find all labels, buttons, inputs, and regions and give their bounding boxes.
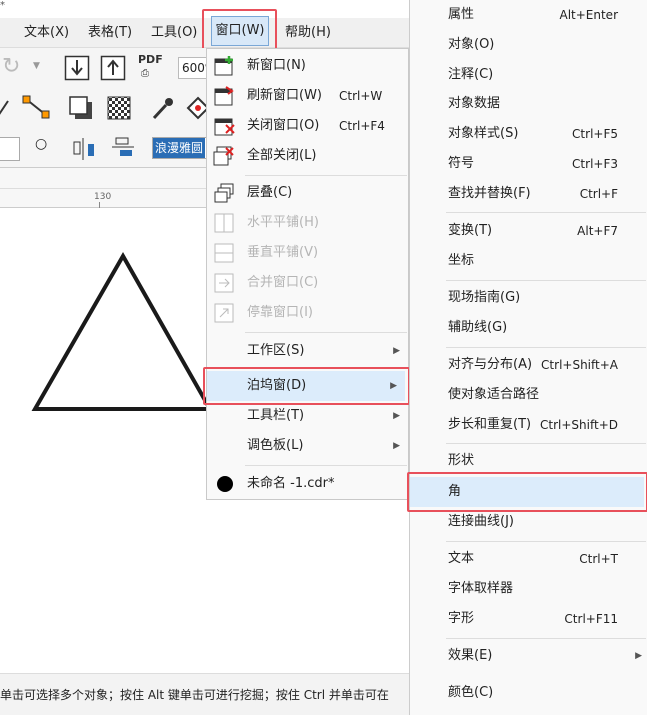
submenu-arrow-icon: ▶ xyxy=(390,381,397,391)
app-window: * 文本(X) 表格(T) 工具(O) 窗口(W) 帮助(H) ↻ ▼ PDF … xyxy=(0,0,647,715)
menu-item-document[interactable]: 未命名 -1.cdr* xyxy=(207,469,408,499)
menu-separator xyxy=(245,175,407,176)
ruler-line xyxy=(0,188,210,189)
docker-item-coordinates[interactable]: 坐标 xyxy=(410,246,647,276)
docker-item-comments[interactable]: 注释(C) xyxy=(410,60,647,90)
size-input[interactable] xyxy=(0,137,20,161)
menu-help[interactable]: 帮助(H) xyxy=(285,18,331,48)
menu-item-dock-window[interactable]: 停靠窗口(I) xyxy=(207,298,408,328)
pdf-symbol-icon: ⎙ xyxy=(141,68,149,79)
ruler-tick-label: 130 xyxy=(94,192,112,202)
docker-item-fit-to-path[interactable]: 使对象适合路径 xyxy=(410,380,647,410)
docker-item-glyphs[interactable]: 字形 Ctrl+F11 xyxy=(410,604,647,634)
menu-table[interactable]: 表格(T) xyxy=(88,18,132,48)
merge-window-icon xyxy=(213,272,235,294)
docker-item-object-data[interactable]: 对象数据 xyxy=(410,89,647,119)
docker-item-text[interactable]: 文本 Ctrl+T xyxy=(410,544,647,574)
status-bar: 单击可选择多个对象；按住 Alt 键单击可进行挖掘；按住 Ctrl 并单击可在 xyxy=(0,673,410,715)
docker-item-objects[interactable]: 对象(O) xyxy=(410,30,647,60)
radio-circle-icon[interactable]: ○ xyxy=(35,136,47,152)
docker-item-effects[interactable]: 效果(E) ▶ xyxy=(410,641,647,671)
dockers-submenu: 属性 Alt+Enter 对象(O) 注释(C) 对象数据 对象样式(S) Ctrl… xyxy=(407,0,647,715)
triangle-shape[interactable] xyxy=(0,209,220,673)
docker-item-color[interactable]: 颜色(C) xyxy=(410,678,647,708)
menu-item-toolbars[interactable]: 工具栏(T) ▶ xyxy=(207,401,408,431)
menu-item-workspace[interactable]: 工作区(S) ▶ xyxy=(207,336,408,366)
eyedropper-tool-icon[interactable] xyxy=(150,95,176,121)
menu-separator xyxy=(446,541,646,542)
docker-item-live-guides[interactable]: 现场指南(G) xyxy=(410,283,647,313)
menu-separator xyxy=(245,465,407,466)
docker-item-symbols[interactable]: 符号 Ctrl+F3 xyxy=(410,149,647,179)
tile-vertical-icon xyxy=(213,242,235,264)
new-window-icon xyxy=(213,55,235,77)
close-window-icon xyxy=(213,115,235,137)
menu-window[interactable]: 窗口(W) xyxy=(211,16,269,46)
docker-item-properties[interactable]: 属性 Alt+Enter xyxy=(410,0,647,30)
docker-item-guidelines[interactable]: 辅助线(G) xyxy=(410,313,647,343)
menu-text[interactable]: 文本(X) xyxy=(24,18,69,48)
docker-item-find-replace[interactable]: 查找并替换(F) Ctrl+F xyxy=(410,179,647,209)
redo-icon[interactable]: ↻ xyxy=(2,54,20,79)
transparency-tool-icon[interactable] xyxy=(106,95,132,121)
pdf-export-icon[interactable]: PDF xyxy=(138,53,163,66)
font-name-field[interactable]: 浪漫雅圆 xyxy=(152,137,212,159)
status-text: 单击可选择多个对象；按住 Alt 键单击可进行挖掘；按住 Ctrl 并单击可在 xyxy=(0,688,389,702)
docker-item-corner[interactable]: 角 xyxy=(410,477,644,507)
connector-tool-icon[interactable] xyxy=(22,95,50,121)
menu-separator xyxy=(446,443,646,444)
standard-toolbar: ↻ ▼ PDF ⎙ 600% xyxy=(0,48,212,88)
font-name-value: 浪漫雅圆 xyxy=(153,138,206,158)
docker-item-step-repeat[interactable]: 步长和重复(T) Ctrl+Shift+D xyxy=(410,410,647,440)
menubar: 文本(X) 表格(T) 工具(O) 窗口(W) 帮助(H) xyxy=(0,9,410,54)
docker-item-align-distribute[interactable]: 对齐与分布(A) Ctrl+Shift+A xyxy=(410,350,647,380)
close-all-icon xyxy=(213,145,235,167)
align-icon[interactable] xyxy=(72,136,98,162)
docker-item-connect-curves[interactable]: 连接曲线(J) xyxy=(410,507,647,537)
docker-item-font-sampler[interactable]: 字体取样器 xyxy=(410,574,647,604)
import-icon[interactable] xyxy=(64,55,90,81)
menu-tools[interactable]: 工具(O) xyxy=(151,18,197,48)
menu-item-new-window[interactable]: 新窗口(N) xyxy=(207,51,408,81)
menu-item-palettes[interactable]: 调色板(L) ▶ xyxy=(207,431,408,461)
menu-item-merge-window[interactable]: 合并窗口(C) xyxy=(207,268,408,298)
distribute-icon[interactable] xyxy=(110,136,136,162)
menu-item-close-all[interactable]: 全部关闭(L) xyxy=(207,141,408,171)
menu-separator xyxy=(446,212,646,213)
menu-item-cascade[interactable]: 层叠(C) xyxy=(207,178,408,208)
submenu-arrow-icon: ▶ xyxy=(393,441,400,451)
tile-horizontal-icon xyxy=(213,212,235,234)
menu-item-dockers[interactable]: 泊坞窗(D) ▶ xyxy=(207,371,405,401)
docker-item-transform[interactable]: 变换(T) Alt+F7 xyxy=(410,216,647,246)
menu-item-close-window[interactable]: 关闭窗口(O) Ctrl+F4 xyxy=(207,111,408,141)
menu-separator xyxy=(446,280,646,281)
docker-item-object-styles[interactable]: 对象样式(S) Ctrl+F5 xyxy=(410,119,647,149)
ruler-tick xyxy=(99,202,100,208)
window-menu: 新窗口(N) 刷新窗口(W) Ctrl+W 关闭窗口(O) Ctrl+F4 全部关闭… xyxy=(203,48,410,500)
shape-tool-icon[interactable] xyxy=(0,95,20,121)
cascade-icon xyxy=(213,182,235,204)
property-bar: ○ 浪漫雅圆 xyxy=(0,128,212,168)
menu-item-refresh-window[interactable]: 刷新窗口(W) Ctrl+W xyxy=(207,81,408,111)
menu-separator xyxy=(446,638,646,639)
title-fragment: * xyxy=(0,0,5,11)
menu-item-tile-vertical[interactable]: 垂直平铺(V) xyxy=(207,238,408,268)
chevron-down-icon[interactable]: ▼ xyxy=(33,61,40,71)
menu-separator xyxy=(446,347,646,348)
submenu-arrow-icon: ▶ xyxy=(635,651,642,661)
refresh-window-icon xyxy=(213,85,235,107)
dock-window-icon xyxy=(213,302,235,324)
active-document-bullet-icon xyxy=(217,476,233,492)
menu-item-tile-horizontal[interactable]: 水平平铺(H) xyxy=(207,208,408,238)
menu-separator xyxy=(245,332,407,333)
submenu-arrow-icon: ▶ xyxy=(393,346,400,356)
shadow-tool-icon[interactable] xyxy=(68,95,94,121)
submenu-arrow-icon: ▶ xyxy=(393,411,400,421)
tool-toolbar xyxy=(0,88,210,128)
export-icon[interactable] xyxy=(100,55,126,81)
horizontal-ruler: 130 xyxy=(0,168,210,208)
